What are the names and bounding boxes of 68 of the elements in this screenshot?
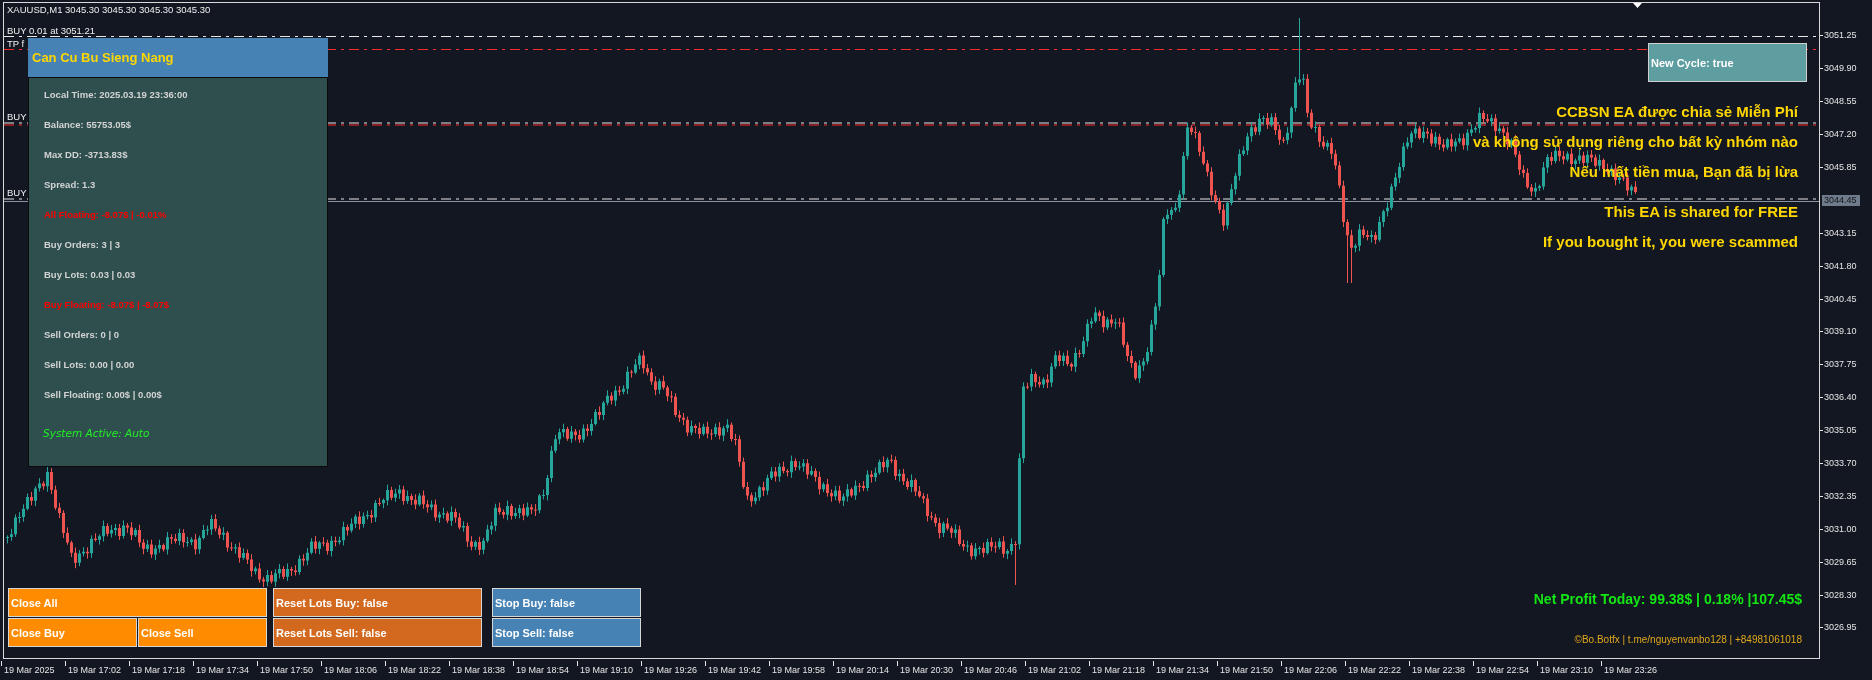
panel-stat-text: All Floating: -8.07$ | -0.01% [44, 208, 167, 222]
time-axis-label: 19 Mar 22:06 [1281, 661, 1338, 676]
order-line-label: TP f [7, 36, 25, 50]
time-axis-label: 19 Mar 19:42 [705, 661, 762, 676]
panel-stat-text: Max DD: -3713.83$ [44, 148, 128, 162]
time-axis-label: 19 Mar 21:02 [1025, 661, 1082, 676]
time-axis-label: 19 Mar 19:58 [769, 661, 826, 676]
panel-stat-text: Sell Lots: 0.00 | 0.00 [44, 358, 135, 372]
new-cycle-button[interactable]: New Cycle: true [1648, 43, 1807, 82]
close-button[interactable]: Close All [8, 588, 267, 617]
time-axis-label: 19 Mar 20:30 [897, 661, 954, 676]
time-axis-label: 19 Mar 22:38 [1409, 661, 1466, 676]
time-axis-label: 19 Mar 23:26 [1601, 661, 1658, 676]
time-axis-label: 19 Mar 17:18 [129, 661, 186, 676]
price-axis-label: 3045.85 [1820, 162, 1857, 173]
credit-text: ©Bo.Botfx | t.me/nguyenvanbo128 | +84981061018 [1574, 633, 1802, 647]
panel-stat-text: Balance: 55753.05$ [44, 118, 132, 132]
reset-lots-button[interactable]: Reset Lots Buy: false [273, 588, 482, 617]
time-axis-label: 19 Mar 22:54 [1473, 661, 1530, 676]
time-axis-label: 19 Mar 23:10 [1537, 661, 1594, 676]
price-axis-label: 3029.65 [1820, 556, 1857, 568]
price-axis-label: 3031.00 [1820, 523, 1857, 535]
system-status-text: System Active: Auto [43, 426, 150, 441]
panel-stat-text: Buy Floating: -8.07$ | -8.07$ [44, 298, 170, 312]
triangle-icon[interactable] [1633, 3, 1642, 8]
stop-button[interactable]: Stop Buy: false [492, 588, 641, 617]
order-line-label: BUY [7, 110, 27, 123]
panel-stat-text: Local Time: 2025.03.19 23:36:00 [44, 88, 188, 102]
time-axis-label: 19 Mar 20:14 [833, 661, 890, 676]
panel-stat-text: Buy Orders: 3 | 3 [44, 238, 121, 252]
time-axis-label: 19 Mar 19:26 [641, 661, 698, 676]
price-axis-label: 3040.45 [1820, 293, 1857, 305]
panel-stat-text: Sell Orders: 0 | 0 [44, 328, 119, 342]
price-axis-label: 3033.70 [1820, 458, 1857, 469]
panel-stat-text: Spread: 1.3 [44, 178, 96, 192]
time-axis-label: 19 Mar 2025 [1, 661, 55, 676]
time-axis-label: 19 Mar 17:50 [257, 661, 314, 676]
reset-lots-button[interactable]: Reset Lots Sell: false [273, 618, 482, 647]
time-axis-label: 19 Mar 18:22 [385, 661, 442, 676]
net-profit-text: Net Profit Today: 99.38$ | 0.18% |107.45$ [1533, 590, 1802, 609]
order-line-label: BUY [7, 186, 27, 199]
price-axis-label: 3043.15 [1820, 227, 1857, 239]
price-axis-label: 3041.80 [1820, 260, 1857, 272]
time-axis-label: 19 Mar 19:10 [577, 661, 634, 676]
time-axis-label: 19 Mar 22:22 [1345, 661, 1402, 676]
notice-text: CCBSN EA được chia sẻ Miễn Phí [1556, 102, 1798, 122]
time-axis-label: 19 Mar 17:34 [193, 661, 250, 676]
time-axis-label: 19 Mar 18:06 [321, 661, 378, 676]
notice-text: This EA is shared for FREE [1604, 202, 1798, 222]
panel-stat-text: Buy Lots: 0.03 | 0.03 [44, 268, 136, 282]
close-button[interactable]: Close Sell [138, 618, 267, 647]
time-axis-label: 19 Mar 18:54 [513, 661, 570, 676]
notice-text: If you bought it, you were scammed [1542, 232, 1798, 252]
time-axis-label: 19 Mar 21:18 [1089, 661, 1146, 676]
time-axis-label: 19 Mar 20:46 [961, 661, 1018, 676]
time-axis-label: 19 Mar 21:50 [1217, 661, 1274, 676]
stop-button[interactable]: Stop Sell: false [492, 618, 641, 647]
price-axis-label: 3028.30 [1820, 589, 1857, 601]
time-axis-label: 19 Mar 21:34 [1153, 661, 1210, 676]
panel-stat-text: Sell Floating: 0.00$ | 0.00$ [44, 388, 162, 402]
chart-symbol-label: XAUUSD,M1 3045.30 3045.30 3045.30 3045.30 [7, 3, 211, 16]
time-axis-label: 19 Mar 18:38 [449, 661, 506, 676]
close-button[interactable]: Close Buy [8, 618, 137, 647]
current-price-label: 3044.45 [1822, 194, 1860, 206]
panel-title: Can Cu Bu Sieng Nang [28, 38, 328, 78]
price-axis-label: 3032.35 [1820, 490, 1857, 502]
order-line-label: BUY 0.01 at 3051.21 [7, 23, 96, 37]
time-axis-label: 19 Mar 17:02 [65, 661, 122, 676]
